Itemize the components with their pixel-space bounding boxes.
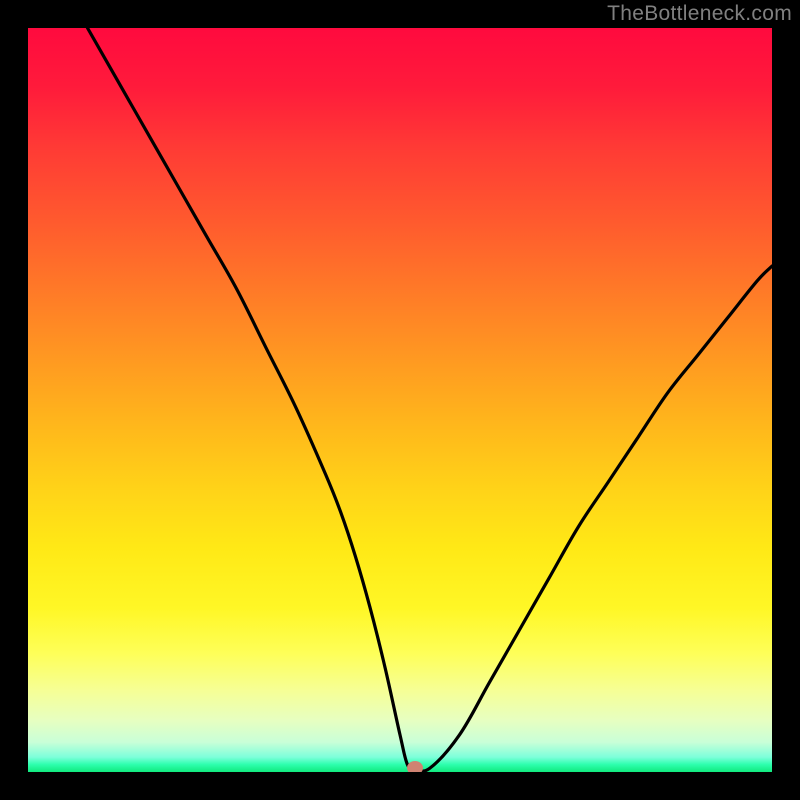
optimal-point-marker: [407, 761, 423, 772]
bottleneck-curve: [88, 28, 772, 771]
plot-area: [28, 28, 772, 772]
watermark-text: TheBottleneck.com: [607, 2, 792, 26]
chart-frame: TheBottleneck.com: [0, 0, 800, 800]
curve-layer: [28, 28, 772, 772]
